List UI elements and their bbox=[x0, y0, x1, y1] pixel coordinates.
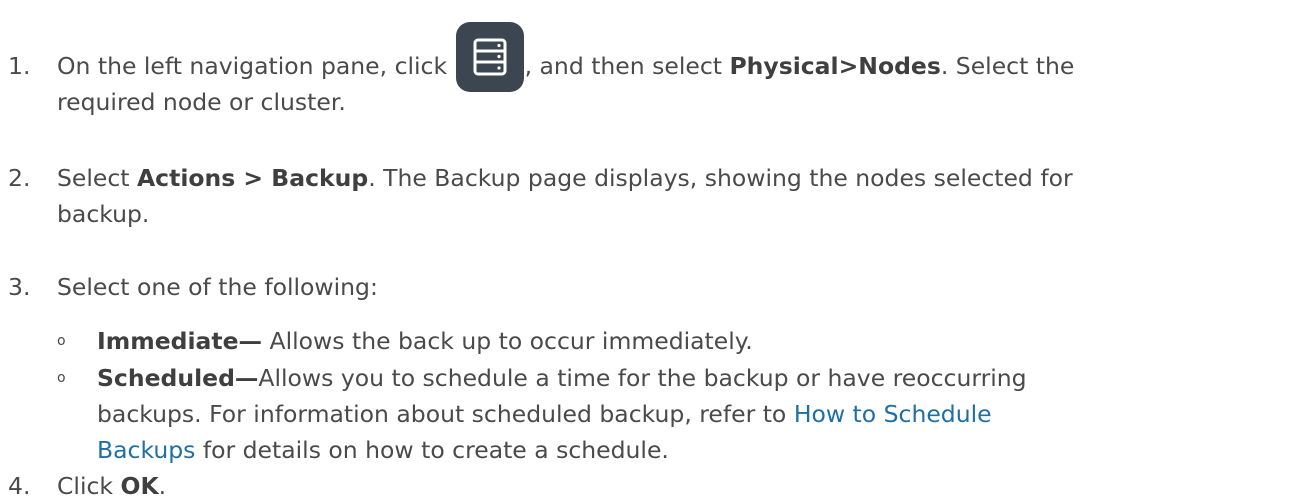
step-1-text: On the left navigation pane, click , and… bbox=[57, 22, 1294, 120]
step-number: 3. bbox=[8, 273, 31, 301]
step-number: 1. bbox=[8, 52, 31, 80]
menu-path-actions-backup: Actions > Backup bbox=[136, 164, 369, 192]
step-1-line-1: On the left navigation pane, click , and… bbox=[57, 22, 1294, 92]
step-number: 4. bbox=[8, 472, 31, 500]
option-label-immediate: Immediate— bbox=[97, 327, 263, 355]
option-label-scheduled: Scheduled— bbox=[97, 364, 259, 392]
step-2-text: Select Actions > Backup. The Backup page… bbox=[57, 160, 1294, 232]
schedule-backups-link-continued[interactable]: Backups bbox=[97, 436, 195, 464]
step-3-text: Select one of the following: bbox=[57, 273, 378, 301]
bullet-icon: o bbox=[57, 333, 66, 349]
ok-label: OK bbox=[120, 472, 159, 500]
step-4-text: Click OK. bbox=[57, 472, 167, 500]
bullet-icon: o bbox=[57, 370, 66, 386]
server-nodes-icon bbox=[455, 22, 525, 92]
schedule-backups-link[interactable]: How to Schedule bbox=[794, 400, 992, 428]
step-number: 2. bbox=[8, 164, 31, 192]
step-1-line-2: required node or cluster. bbox=[57, 88, 346, 116]
step-2-line-1: Select Actions > Backup. The Backup page… bbox=[57, 164, 1073, 192]
step-2-line-2: backup. bbox=[57, 200, 150, 228]
menu-path-physical-nodes: Physical>Nodes bbox=[729, 52, 941, 80]
